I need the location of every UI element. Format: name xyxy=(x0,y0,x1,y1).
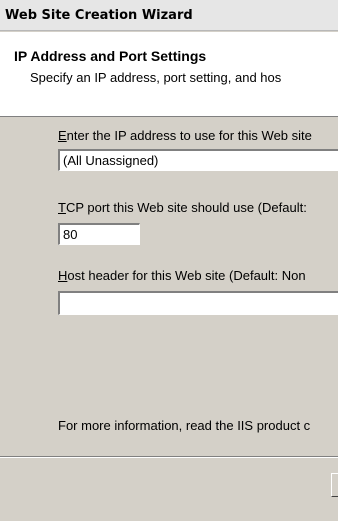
window-title-bar: Web Site Creation Wizard xyxy=(0,0,338,31)
ip-address-label: Enter the IP address to use for this Web… xyxy=(58,128,338,143)
ip-address-label-accelerator: E xyxy=(58,128,67,143)
host-header-label: Host header for this Web site (Default: … xyxy=(58,268,338,283)
tcp-port-label-accelerator: T xyxy=(58,200,66,215)
wizard-button-partial[interactable] xyxy=(331,473,338,497)
page-subtitle: Specify an IP address, port setting, and… xyxy=(30,70,282,85)
window-title: Web Site Creation Wizard xyxy=(5,8,193,23)
ip-address-label-text: nter the IP address to use for this Web … xyxy=(66,128,312,143)
info-text: For more information, read the IIS produ… xyxy=(58,418,311,433)
tcp-port-label: TCP port this Web site should use (Defau… xyxy=(58,200,338,215)
ip-address-select[interactable] xyxy=(58,149,338,171)
tcp-port-input[interactable] xyxy=(58,223,140,245)
host-header-input[interactable] xyxy=(58,291,338,315)
host-header-label-accelerator: H xyxy=(58,268,68,283)
host-header-label-text: ost header for this Web site (Default: N… xyxy=(67,268,306,283)
footer-separator xyxy=(0,456,338,458)
tcp-port-label-text: CP port this Web site should use (Defaul… xyxy=(65,200,307,215)
page-title: IP Address and Port Settings xyxy=(14,48,207,64)
wizard-header: IP Address and Port Settings Specify an … xyxy=(0,32,338,117)
